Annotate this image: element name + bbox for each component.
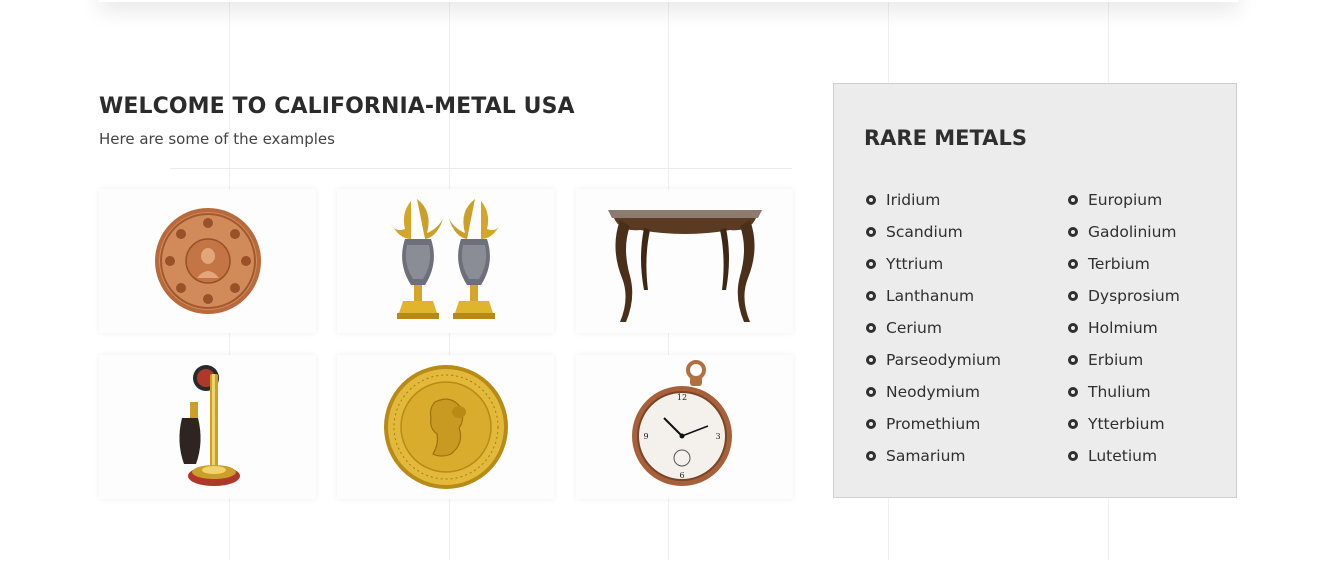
pocket-watch-icon: 12 3 6 9 xyxy=(631,360,732,486)
page-subtitle: Here are some of the examples xyxy=(99,130,335,148)
list-item: Lanthanum xyxy=(866,280,1001,312)
candlestick-telephone-icon xyxy=(178,365,240,486)
rare-metals-list-right: Europium Gadolinium Terbium Dysprosium H… xyxy=(1068,184,1180,472)
list-item: Parseodymium xyxy=(866,344,1001,376)
gallery-item-antique-table[interactable] xyxy=(576,189,793,333)
gold-sovereign-coin-icon xyxy=(383,365,508,489)
list-item: Iridium xyxy=(866,184,1001,216)
list-item: Gadolinium xyxy=(1068,216,1180,248)
svg-text:3: 3 xyxy=(715,432,720,441)
list-item: Dysprosium xyxy=(1068,280,1180,312)
svg-text:12: 12 xyxy=(676,393,686,402)
gallery-item-golden-ewers[interactable] xyxy=(337,189,554,333)
list-item: Erbium xyxy=(1068,344,1180,376)
bullet-icon xyxy=(1068,227,1078,237)
copper-coin-icon xyxy=(154,208,261,314)
antique-table-icon xyxy=(607,210,762,322)
bullet-icon xyxy=(866,355,876,365)
list-item: Thulium xyxy=(1068,376,1180,408)
bullet-icon xyxy=(866,387,876,397)
bullet-icon xyxy=(866,291,876,301)
gallery-item-candlestick-telephone[interactable] xyxy=(99,355,316,499)
rare-metals-title: RARE METALS xyxy=(864,126,1027,150)
bullet-icon xyxy=(1068,419,1078,429)
rare-metals-list-left: Iridium Scandium Yttrium Lanthanum Ceriu… xyxy=(866,184,1001,472)
gallery-item-gold-sovereign-coin[interactable] xyxy=(337,355,554,499)
list-item: Lutetium xyxy=(1068,440,1180,472)
bullet-icon xyxy=(1068,387,1078,397)
list-item: Promethium xyxy=(866,408,1001,440)
bullet-icon xyxy=(1068,259,1078,269)
bullet-icon xyxy=(866,227,876,237)
list-item: Scandium xyxy=(866,216,1001,248)
bullet-icon xyxy=(866,451,876,461)
bullet-icon xyxy=(866,259,876,269)
bullet-icon xyxy=(1068,355,1078,365)
divider xyxy=(170,168,792,169)
page-title: WELCOME TO CALIFORNIA-METAL USA xyxy=(99,94,575,119)
svg-text:9: 9 xyxy=(643,432,648,441)
svg-text:6: 6 xyxy=(679,471,684,480)
bullet-icon xyxy=(1068,323,1078,333)
bullet-icon xyxy=(866,419,876,429)
list-item: Europium xyxy=(1068,184,1180,216)
bullet-icon xyxy=(1068,195,1078,205)
list-item: Yttrium xyxy=(866,248,1001,280)
bullet-icon xyxy=(866,323,876,333)
top-bar xyxy=(99,0,1239,2)
gallery-item-pocket-watch[interactable]: 12 3 6 9 xyxy=(576,355,793,499)
bullet-icon xyxy=(866,195,876,205)
rare-metals-panel: RARE METALS Iridium Scandium Yttrium Lan… xyxy=(833,83,1237,498)
list-item: Holmium xyxy=(1068,312,1180,344)
list-item: Terbium xyxy=(1068,248,1180,280)
bullet-icon xyxy=(1068,291,1078,301)
gallery-item-copper-coin[interactable] xyxy=(99,189,316,333)
golden-ewers-icon xyxy=(390,199,501,319)
list-item: Neodymium xyxy=(866,376,1001,408)
list-item: Samarium xyxy=(866,440,1001,472)
list-item: Ytterbium xyxy=(1068,408,1180,440)
bullet-icon xyxy=(1068,451,1078,461)
list-item: Cerium xyxy=(866,312,1001,344)
